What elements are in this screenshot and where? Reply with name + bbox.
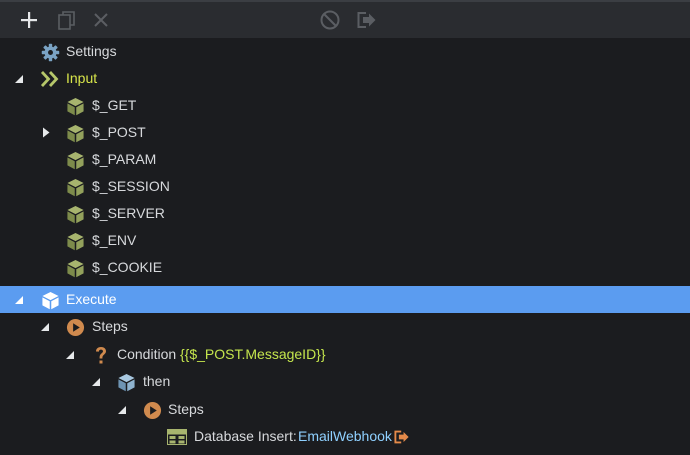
- tree-item-cookie[interactable]: $_COOKIE: [0, 254, 690, 281]
- tree-item-env[interactable]: $_ENV: [0, 227, 690, 254]
- tree-item-post[interactable]: $_POST: [0, 119, 690, 146]
- table-icon: [167, 427, 187, 447]
- add-button[interactable]: [14, 2, 44, 38]
- tree-item-steps[interactable]: Steps: [0, 313, 690, 340]
- tree-item-settings[interactable]: Settings: [0, 38, 690, 65]
- disable-button[interactable]: [316, 2, 344, 38]
- plus-icon: [21, 12, 37, 28]
- post-label: $_POST: [92, 124, 146, 140]
- cube-icon: [65, 231, 85, 251]
- session-label: $_SESSION: [92, 178, 170, 194]
- collapse-arrow-icon[interactable]: [115, 396, 129, 423]
- tree-item-database-insert[interactable]: Database Insert: EmailWebhook: [0, 423, 690, 450]
- cube-icon: [65, 123, 85, 143]
- toolbar: [0, 2, 690, 39]
- tree-item-param[interactable]: $_PARAM: [0, 146, 690, 173]
- cube-icon: [116, 372, 136, 392]
- collapse-arrow-icon[interactable]: [63, 341, 77, 368]
- close-icon: [94, 13, 108, 27]
- gear-icon: [40, 42, 60, 62]
- cube-icon: [40, 290, 60, 310]
- tree-item-then[interactable]: then: [0, 368, 690, 395]
- tree-item-then-steps[interactable]: Steps: [0, 396, 690, 423]
- expand-arrow-icon[interactable]: [39, 119, 53, 146]
- condition-expression: {{$_POST.MessageID}}: [180, 346, 326, 362]
- tree-item-input[interactable]: Input: [0, 65, 690, 92]
- cube-icon: [65, 150, 85, 170]
- param-label: $_PARAM: [92, 151, 157, 167]
- disable-icon: [320, 10, 340, 30]
- tree-item-get[interactable]: $_GET: [0, 92, 690, 119]
- collapse-arrow-icon[interactable]: [38, 313, 52, 340]
- execute-label: Execute: [66, 291, 117, 307]
- export-icon: [357, 12, 376, 28]
- duplicate-button[interactable]: [52, 2, 80, 38]
- server-label: $_SERVER: [92, 205, 165, 221]
- database-insert-label: Database Insert:: [194, 428, 297, 444]
- tree-item-execute[interactable]: Execute: [0, 286, 690, 313]
- move-out-button[interactable]: [352, 2, 382, 38]
- then-label: then: [143, 373, 171, 389]
- double-chevron-icon: [40, 69, 60, 89]
- cube-icon: [65, 204, 85, 224]
- play-icon: [142, 400, 162, 420]
- cube-icon: [65, 258, 85, 278]
- play-icon: [65, 317, 85, 337]
- env-label: $_ENV: [92, 232, 137, 248]
- collapse-arrow-icon[interactable]: [89, 368, 103, 395]
- cookie-label: $_COOKIE: [92, 259, 163, 275]
- cube-icon: [65, 177, 85, 197]
- question-icon: [91, 345, 111, 365]
- input-label: Input: [66, 70, 98, 86]
- database-insert-value: EmailWebhook: [298, 428, 392, 444]
- action-tree: Settings Input $_GET $_POST $_PARAM $_SE…: [0, 38, 690, 455]
- condition-label: Condition: [117, 346, 177, 362]
- get-label: $_GET: [92, 97, 137, 113]
- tree-item-session[interactable]: $_SESSION: [0, 173, 690, 200]
- remove-button[interactable]: [88, 2, 114, 38]
- collapse-arrow-icon[interactable]: [12, 65, 26, 92]
- tree-item-condition[interactable]: Condition {{$_POST.MessageID}}: [0, 341, 690, 368]
- cube-icon: [65, 96, 85, 116]
- copy-icon: [57, 10, 75, 30]
- collapse-arrow-icon[interactable]: [12, 286, 26, 313]
- steps-label: Steps: [92, 318, 128, 334]
- export-icon[interactable]: [392, 427, 412, 447]
- then-steps-label: Steps: [168, 401, 204, 417]
- settings-label: Settings: [66, 43, 117, 59]
- tree-item-server[interactable]: $_SERVER: [0, 200, 690, 227]
